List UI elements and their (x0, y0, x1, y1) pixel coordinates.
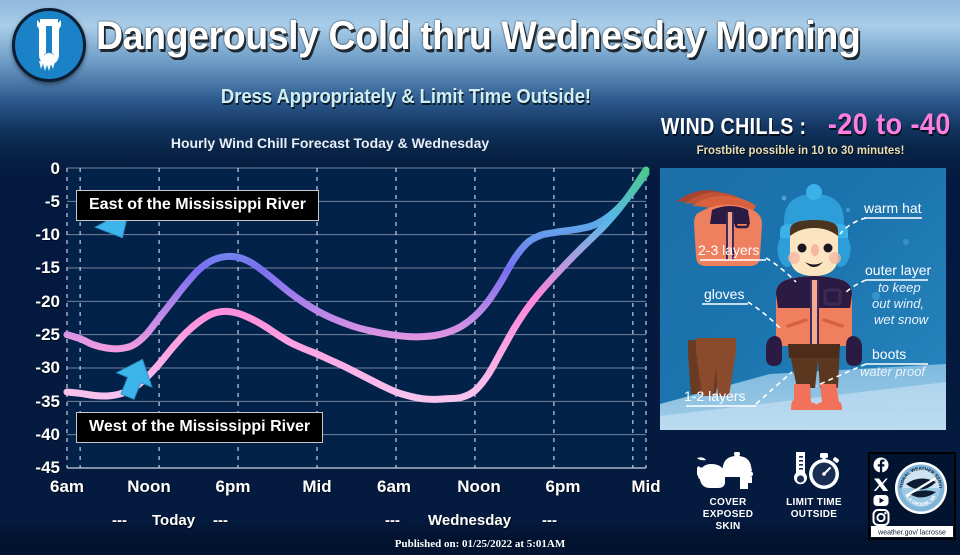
day-band-today-prefix: --- (112, 512, 127, 529)
svg-text:wet snow: wet snow (874, 312, 930, 327)
day-band-wed-suffix: --- (542, 512, 557, 529)
advice-limit-time-outside: LIMIT TIME OUTSIDE (762, 452, 866, 521)
page-subtitle: Dress Appropriately & Limit Time Outside… (220, 86, 592, 108)
advice-1-line1: LIMIT TIME (786, 497, 842, 508)
day-band-wed-prefix: --- (385, 512, 400, 529)
page-title: Dangerously Cold thru Wednesday Morning (96, 14, 861, 58)
frostbite-note: Frostbite possible in 10 to 30 minutes! (696, 143, 905, 157)
y-tick-0: 0 (50, 159, 60, 178)
y-tick-5: -25 (35, 325, 60, 344)
instagram-icon (872, 509, 890, 526)
x-tick-6: 6pm (545, 477, 581, 496)
y-tick-2: -10 (35, 225, 60, 244)
y-tick-6: -30 (35, 358, 60, 377)
y-tick-9: -45 (35, 458, 60, 477)
wind-chill-value: -20 to -40 (828, 108, 952, 141)
svg-text:water proof: water proof (860, 364, 926, 379)
y-tick-4: -20 (35, 292, 60, 311)
x-tick-1: Noon (127, 477, 171, 496)
day-band-wed-label: Wednesday (428, 512, 512, 529)
svg-text:2-3 layers: 2-3 layers (698, 242, 759, 258)
svg-text:boots: boots (872, 346, 906, 362)
day-band-today-label: Today (152, 512, 196, 529)
svg-text:gloves: gloves (704, 286, 744, 302)
wind-chill-chart: Hourly Wind Chill Forecast Today & Wedne… (0, 130, 660, 540)
y-tick-3: -15 (35, 258, 60, 277)
facebook-icon (873, 457, 889, 473)
y-tick-8: -40 (35, 425, 60, 444)
svg-text:warm hat: warm hat (863, 200, 922, 216)
svg-text:weather.gov/ lacrosse: weather.gov/ lacrosse (877, 530, 946, 537)
twitter-icon (873, 478, 889, 491)
advice-1-line2: OUTSIDE (790, 509, 838, 520)
wind-chill-callout: WIND CHILLS : -20 to -40 (648, 108, 953, 142)
published-timestamp: Published on: 01/25/2022 at 5:01AM (394, 538, 566, 550)
svg-text:1-2 layers: 1-2 layers (684, 388, 745, 404)
advice-0-line3: SKIN (715, 521, 741, 532)
weather-graphic-root: Dangerously Cold thru Wednesday Morning … (0, 0, 960, 555)
x-tick-2: 6pm (215, 477, 251, 496)
day-band-today-suffix: --- (213, 512, 228, 529)
x-tick-4: 6am (376, 477, 412, 496)
thermometer-stopwatch-icon (762, 452, 866, 494)
x-tick-7: Mid (631, 477, 661, 496)
advice-0-line1: COVER (709, 497, 747, 508)
callout-west-of-mississippi: West of the Mississippi River (76, 412, 324, 443)
advice-0-line2: EXPOSED (702, 509, 754, 520)
winter-dress-infographic: warm hat 2-3 layers gloves outer layer b… (660, 168, 946, 430)
youtube-icon (873, 495, 889, 506)
x-tick-5: Noon (457, 477, 501, 496)
wind-chill-label: WIND CHILLS : (660, 113, 807, 139)
x-tick-3: Mid (302, 477, 332, 496)
nws-branding-box: NATIONAL WEATHER SERVICE LA CROSSE, WI w… (868, 452, 956, 540)
svg-text:to keep: to keep (878, 280, 921, 295)
thermometer-icicle-icon (12, 8, 86, 82)
x-tick-0: 6am (49, 477, 85, 496)
svg-text:outer layer: outer layer (865, 262, 931, 278)
svg-text:out wind,: out wind, (872, 296, 924, 311)
y-tick-7: -35 (35, 392, 60, 411)
y-tick-1: -5 (44, 192, 60, 211)
callout-east-of-mississippi: East of the Mississippi River (76, 190, 319, 221)
